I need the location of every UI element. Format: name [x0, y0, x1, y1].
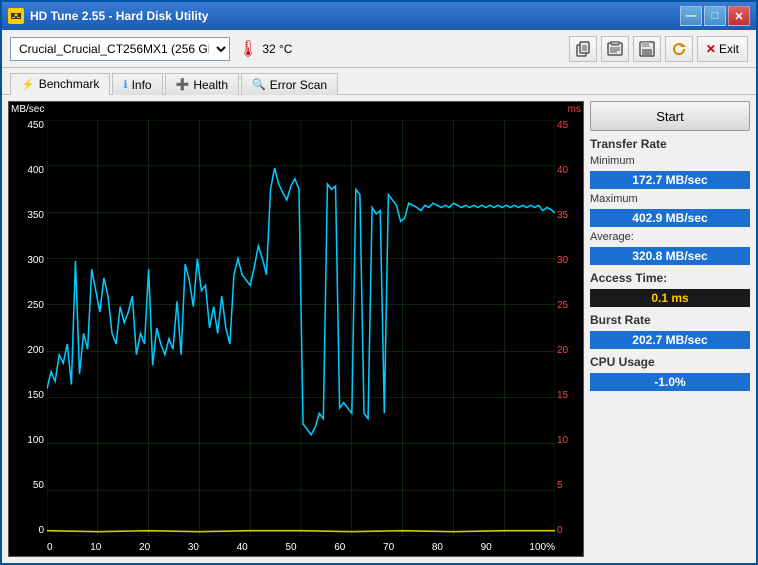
temperature-indicator: 🌡 32 °C [238, 39, 292, 59]
toolbar: Crucial_Crucial_CT256MX1 (256 GB) 🌡 32 °… [2, 30, 756, 68]
window-title: HD Tune 2.55 - Hard Disk Utility [30, 9, 208, 23]
info-tab-icon: ℹ [123, 78, 127, 91]
title-controls: — □ ✕ [680, 6, 750, 26]
burst-rate-label: Burst Rate [590, 313, 750, 327]
maximum-label: Maximum [590, 193, 750, 205]
burst-rate-value: 202.7 MB/sec [590, 331, 750, 349]
access-time-section: Access Time: 0.1 ms [590, 271, 750, 307]
transfer-rate-section: Transfer Rate Minimum 172.7 MB/sec Maxim… [590, 137, 750, 265]
benchmark-chart: MB/sec ms 450 400 350 300 250 200 150 10… [8, 101, 584, 557]
error-scan-tab-icon: 🔍 [252, 78, 266, 91]
x-icon: ✕ [706, 42, 716, 56]
tab-benchmark[interactable]: ⚡ Benchmark [10, 73, 110, 95]
health-tab-icon: ➕ [176, 78, 190, 91]
exit-button[interactable]: ✕ Exit [697, 36, 748, 62]
health-tab-label: Health [193, 78, 228, 92]
cpu-usage-value: -1.0% [590, 373, 750, 391]
close-button[interactable]: ✕ [728, 6, 750, 26]
chart-unit-left: MB/sec [11, 104, 44, 115]
temperature-icon: 🌡 [238, 39, 258, 59]
chart-unit-right: ms [568, 104, 581, 115]
benchmark-tab-icon: ⚡ [21, 78, 35, 91]
burst-rate-section: Burst Rate 202.7 MB/sec [590, 313, 750, 349]
title-bar-left: HD Tune 2.55 - Hard Disk Utility [8, 8, 208, 24]
main-content: MB/sec ms 450 400 350 300 250 200 150 10… [2, 95, 756, 563]
save-button[interactable] [633, 36, 661, 62]
maximum-value: 402.9 MB/sec [590, 209, 750, 227]
drive-selector[interactable]: Crucial_Crucial_CT256MX1 (256 GB) [10, 37, 230, 61]
toolbar-left: Crucial_Crucial_CT256MX1 (256 GB) 🌡 32 °… [10, 37, 292, 61]
paste-button[interactable] [601, 36, 629, 62]
access-time-value: 0.1 ms [590, 289, 750, 307]
title-bar: HD Tune 2.55 - Hard Disk Utility — □ ✕ [2, 2, 756, 30]
cpu-usage-label: CPU Usage [590, 355, 750, 369]
tab-info[interactable]: ℹ Info [112, 73, 162, 95]
transfer-rate-label: Transfer Rate [590, 137, 750, 151]
y-axis-left: 450 400 350 300 250 200 150 100 50 0 [9, 120, 47, 536]
minimize-button[interactable]: — [680, 6, 702, 26]
y-axis-right: 45 40 35 30 25 20 15 10 5 0 [555, 120, 583, 536]
error-scan-tab-label: Error Scan [270, 78, 327, 92]
access-time-label: Access Time: [590, 271, 750, 285]
tab-health[interactable]: ➕ Health [165, 73, 239, 95]
tab-bar: ⚡ Benchmark ℹ Info ➕ Health 🔍 Error Scan [2, 68, 756, 95]
main-window: HD Tune 2.55 - Hard Disk Utility — □ ✕ C… [0, 0, 758, 565]
app-icon [8, 8, 24, 24]
minimum-value: 172.7 MB/sec [590, 171, 750, 189]
benchmark-tab-label: Benchmark [39, 77, 100, 91]
temperature-value: 32 °C [262, 42, 292, 56]
average-value: 320.8 MB/sec [590, 247, 750, 265]
maximize-button[interactable]: □ [704, 6, 726, 26]
minimum-label: Minimum [590, 155, 750, 167]
average-label: Average: [590, 231, 750, 243]
side-panel: Start Transfer Rate Minimum 172.7 MB/sec… [590, 101, 750, 557]
refresh-button[interactable] [665, 36, 693, 62]
x-axis-labels: 0 10 20 30 40 50 60 70 80 90 100% [47, 542, 555, 553]
chart-svg [47, 120, 555, 536]
start-button[interactable]: Start [590, 101, 750, 131]
tab-error-scan[interactable]: 🔍 Error Scan [241, 73, 338, 95]
info-tab-label: Info [132, 78, 152, 92]
cpu-usage-section: CPU Usage -1.0% [590, 355, 750, 391]
toolbar-right: ✕ Exit [569, 36, 748, 62]
copy-button[interactable] [569, 36, 597, 62]
exit-label: Exit [719, 42, 739, 56]
